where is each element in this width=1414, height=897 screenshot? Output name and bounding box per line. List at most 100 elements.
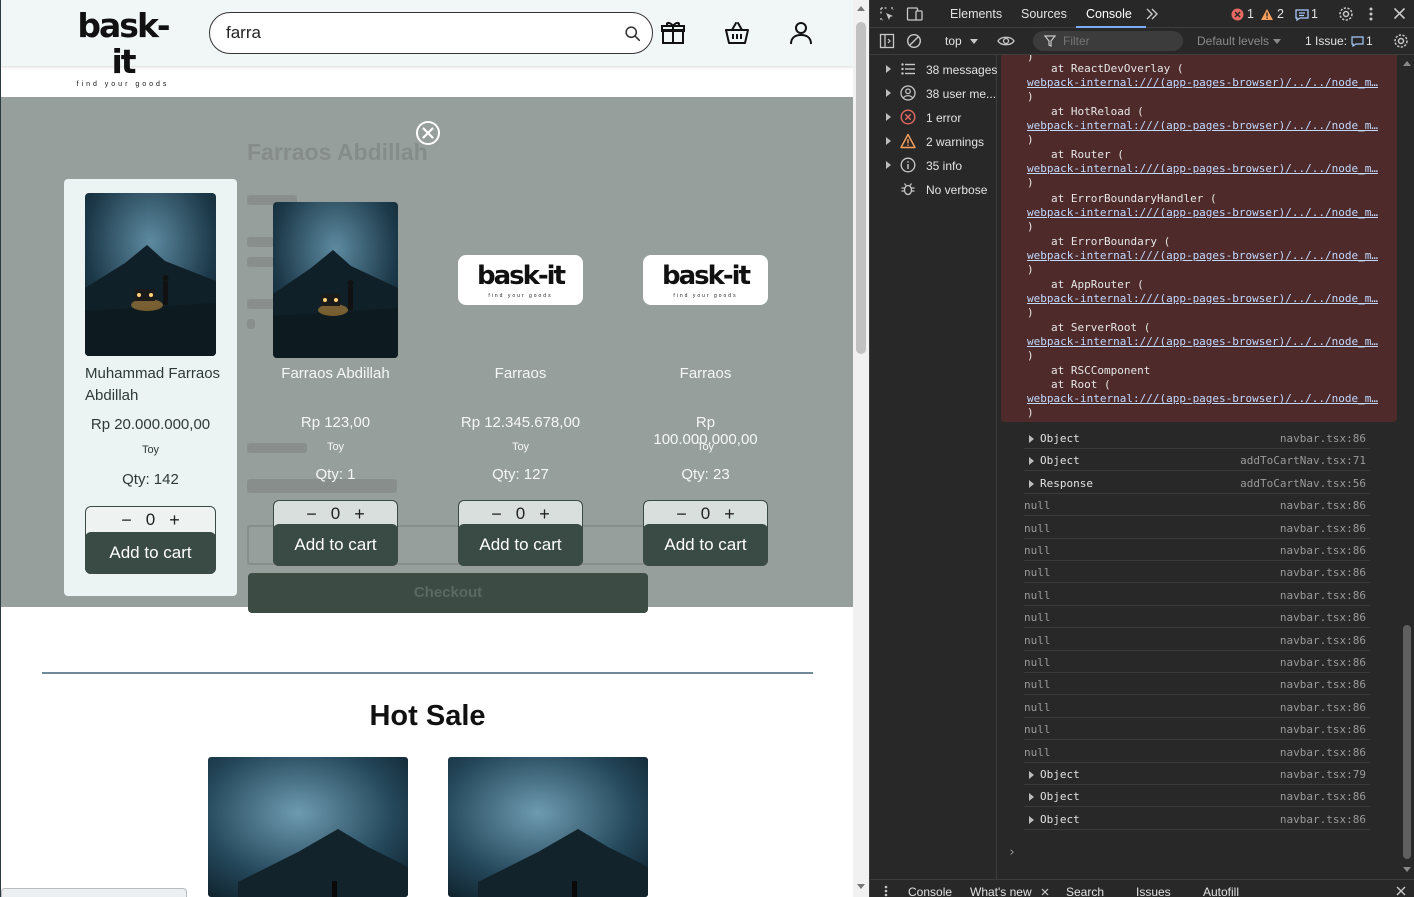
drawer-tab-autofill[interactable]: Autofill	[1203, 885, 1239, 897]
stack-frame-link[interactable]: webpack-internal:///(app-pages-browser)/…	[1027, 162, 1378, 175]
stack-frame-link[interactable]: webpack-internal:///(app-pages-browser)/…	[1027, 292, 1378, 305]
expand-arrow-icon[interactable]	[1029, 815, 1034, 824]
product-card[interactable]: bask-it find your goods Farraos Rp 100.0…	[643, 200, 768, 570]
selected-product-card[interactable]: Muhammad Farraos Abdillah Rp 20.000.000,…	[64, 179, 237, 596]
console-log-row[interactable]: Object navbar.tsx:86	[1024, 427, 1370, 449]
close-icon[interactable]	[415, 120, 441, 146]
search-input[interactable]	[226, 22, 616, 44]
scrollbar-thumb[interactable]	[1403, 625, 1411, 859]
error-count[interactable]: 1	[1247, 7, 1254, 21]
stack-frame-link[interactable]: webpack-internal:///(app-pages-browser)/…	[1027, 335, 1378, 348]
settings-gear-icon[interactable]	[1338, 6, 1354, 22]
warning-count[interactable]: 2	[1277, 7, 1284, 21]
issues-count[interactable]: 1	[1311, 7, 1318, 21]
decrement-button[interactable]: −	[676, 503, 687, 525]
product-image[interactable]: bask-it find your goods	[643, 255, 768, 305]
scroll-up-arrow-icon[interactable]	[1403, 61, 1411, 66]
log-source-link[interactable]: addToCartNav.tsx:71	[1240, 454, 1366, 467]
log-source-link[interactable]: navbar.tsx:86	[1280, 746, 1366, 759]
stack-frame-link[interactable]: webpack-internal:///(app-pages-browser)/…	[1027, 76, 1378, 89]
log-source-link[interactable]: navbar.tsx:79	[1280, 768, 1366, 781]
console-log-row[interactable]: Response addToCartNav.tsx:56	[1024, 472, 1370, 494]
more-options-icon[interactable]	[1368, 6, 1374, 22]
drawer-tab-whats-new[interactable]: What's new	[970, 885, 1032, 897]
console-prompt[interactable]: ›	[1008, 845, 1016, 860]
stack-frame-link[interactable]: webpack-internal:///(app-pages-browser)/…	[1027, 206, 1378, 219]
close-drawer-icon[interactable]	[1396, 886, 1406, 896]
log-source-link[interactable]: navbar.tsx:86	[1280, 611, 1366, 624]
scrollbar-thumb[interactable]	[856, 22, 866, 354]
log-source-link[interactable]: navbar.tsx:86	[1280, 432, 1366, 445]
log-source-link[interactable]: navbar.tsx:86	[1280, 656, 1366, 669]
add-to-cart-button[interactable]: Add to cart	[643, 524, 768, 566]
log-source-link[interactable]: navbar.tsx:86	[1280, 678, 1366, 691]
expand-arrow-icon[interactable]	[886, 137, 891, 145]
drawer-menu-icon[interactable]	[884, 885, 888, 897]
log-source-link[interactable]: navbar.tsx:86	[1280, 813, 1366, 826]
decrement-button[interactable]: −	[121, 509, 132, 531]
add-to-cart-button[interactable]: Add to cart	[85, 532, 216, 574]
expand-arrow-icon[interactable]	[886, 161, 891, 169]
device-toolbar-icon[interactable]	[906, 6, 924, 22]
add-to-cart-button[interactable]: Add to cart	[458, 524, 583, 566]
log-source-link[interactable]: navbar.tsx:86	[1280, 522, 1366, 535]
product-name[interactable]: Farraos	[643, 363, 768, 385]
expand-arrow-icon[interactable]	[886, 89, 891, 97]
page-scrollbar[interactable]	[853, 0, 869, 897]
log-source-link[interactable]: navbar.tsx:86	[1280, 701, 1366, 714]
log-source-link[interactable]: navbar.tsx:86	[1280, 723, 1366, 736]
user-icon[interactable]	[788, 20, 814, 46]
inspect-element-icon[interactable]	[879, 6, 895, 22]
chevron-down-icon[interactable]	[970, 39, 978, 44]
sidebar-item-info[interactable]: 35 info	[870, 153, 997, 177]
expand-arrow-icon[interactable]	[1029, 793, 1034, 802]
issues-flag-icon[interactable]	[1295, 9, 1309, 21]
sidebar-item-warnings[interactable]: 2 warnings	[870, 129, 997, 153]
log-source-link[interactable]: navbar.tsx:86	[1280, 566, 1366, 579]
expand-arrow-icon[interactable]	[1029, 771, 1034, 779]
increment-button[interactable]: +	[354, 503, 365, 525]
decrement-button[interactable]: −	[491, 503, 502, 525]
sidebar-item-verbose[interactable]: No verbose	[870, 177, 997, 201]
increment-button[interactable]: +	[724, 503, 735, 525]
product-image[interactable]	[273, 202, 398, 358]
console-log-row[interactable]: Object navbar.tsx:79	[1024, 763, 1370, 785]
warning-count-icon[interactable]	[1260, 8, 1274, 21]
expand-arrow-icon[interactable]	[1029, 435, 1034, 443]
sidebar-item-errors[interactable]: 1 error	[870, 105, 997, 129]
chevron-down-icon[interactable]	[1273, 39, 1281, 44]
product-card[interactable]: Farraos Abdillah Rp 123,00 Toy Qty: 1 − …	[273, 200, 398, 570]
expand-arrow-icon[interactable]	[886, 65, 891, 73]
sidebar-item-user-messages[interactable]: 38 user me...	[870, 81, 997, 105]
sidebar-toggle-icon[interactable]	[879, 33, 895, 49]
close-tab-icon[interactable]	[1041, 888, 1049, 896]
more-tabs-chevron-icon[interactable]	[1145, 8, 1159, 20]
search-icon[interactable]	[624, 25, 641, 42]
product-image[interactable]	[85, 193, 216, 356]
clear-console-icon[interactable]	[906, 33, 922, 49]
issues-toolbar-count[interactable]: 1	[1366, 34, 1373, 48]
stack-frame-link[interactable]: webpack-internal:///(app-pages-browser)/…	[1027, 119, 1378, 132]
log-source-link[interactable]: navbar.tsx:86	[1280, 499, 1366, 512]
product-name[interactable]: Farraos	[458, 363, 583, 385]
stack-frame-link[interactable]: webpack-internal:///(app-pages-browser)/…	[1027, 249, 1378, 262]
live-expression-eye-icon[interactable]	[997, 34, 1015, 48]
expand-arrow-icon[interactable]	[1029, 479, 1034, 488]
log-levels-dropdown[interactable]: Default levels	[1197, 34, 1269, 48]
error-count-icon[interactable]	[1231, 8, 1244, 21]
drawer-tab-search[interactable]: Search	[1066, 885, 1104, 897]
console-log-row[interactable]: Object navbar.tsx:86	[1024, 808, 1370, 830]
site-logo[interactable]: bask-it find your goods	[67, 8, 179, 89]
decrement-button[interactable]: −	[306, 503, 317, 525]
sidebar-item-messages[interactable]: 38 messages	[870, 57, 997, 81]
drawer-tab-issues[interactable]: Issues	[1136, 885, 1171, 897]
product-name[interactable]: Farraos Abdillah	[273, 363, 398, 385]
console-log-row[interactable]: Object addToCartNav.tsx:71	[1024, 449, 1370, 472]
gift-icon[interactable]	[660, 20, 686, 46]
log-source-link[interactable]: addToCartNav.tsx:56	[1240, 477, 1366, 490]
product-name[interactable]: Muhammad Farraos Abdillah	[64, 363, 237, 407]
checkout-button[interactable]: Checkout	[248, 573, 648, 613]
scroll-up-arrow-icon[interactable]	[857, 6, 865, 11]
console-scrollbar[interactable]	[1399, 55, 1414, 879]
product-image[interactable]: bask-it find your goods	[458, 255, 583, 305]
